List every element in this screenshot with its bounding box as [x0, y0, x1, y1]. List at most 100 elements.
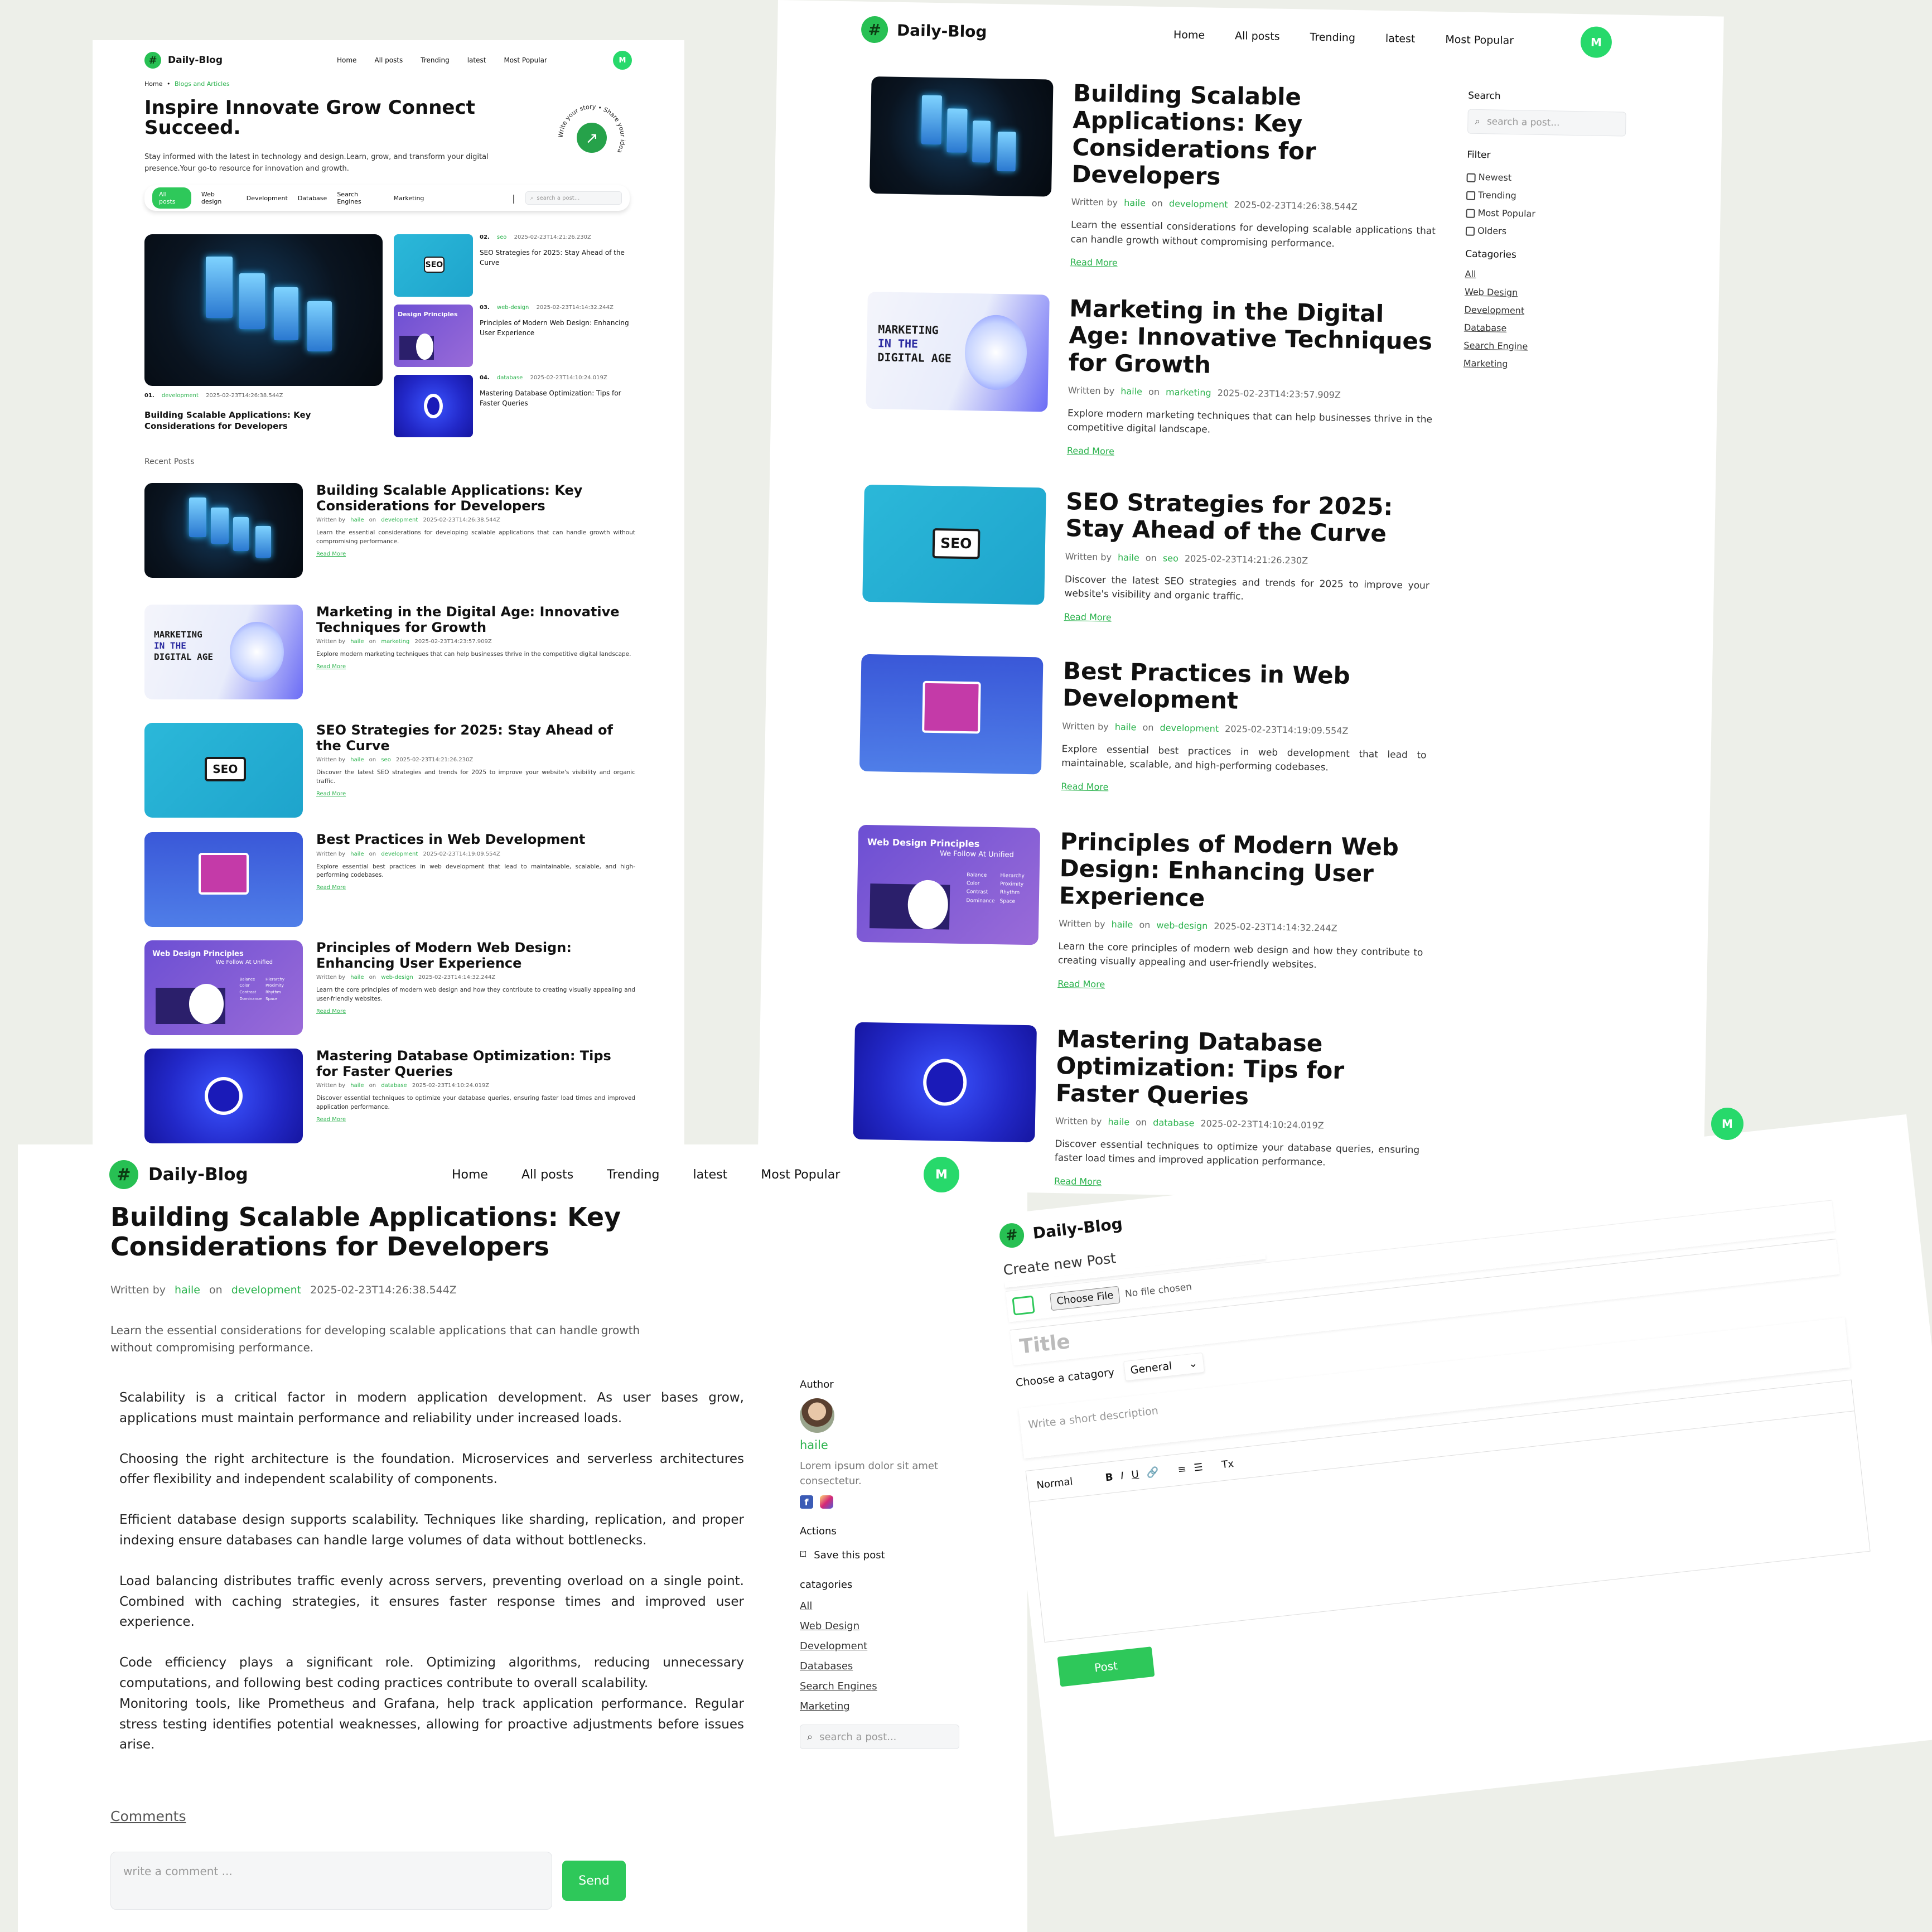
read-more-link[interactable]: Read More [1061, 781, 1426, 798]
bullet-list-icon[interactable]: ☰ [1193, 1461, 1203, 1474]
post-card-author[interactable]: haile [1111, 919, 1133, 930]
category-marketing[interactable]: Marketing [1464, 355, 1631, 375]
logo-icon[interactable]: # [144, 52, 161, 69]
facebook-icon[interactable]: f [800, 1495, 813, 1509]
post-card-title[interactable]: Principles of Modern Web Design: Enhanci… [1059, 828, 1425, 915]
comments-link[interactable]: Comments [110, 1808, 186, 1824]
post-card-author[interactable]: haile [350, 639, 364, 645]
post-card-author[interactable]: haile [1115, 721, 1137, 732]
clear-format-icon[interactable]: Tx [1221, 1458, 1234, 1471]
featured-category[interactable]: development [162, 393, 199, 399]
category-select[interactable]: General ⌄ [1123, 1352, 1205, 1382]
post-card[interactable]: MARKETING IN THE DIGITAL AGE Marketing in t… [144, 604, 635, 699]
read-more-link[interactable]: Read More [316, 1117, 635, 1123]
user-avatar[interactable]: M [924, 1157, 959, 1192]
nav-most-popular[interactable]: Most Popular [504, 56, 547, 64]
post-submit-button[interactable]: Post [1057, 1646, 1155, 1687]
comment-input[interactable]: write a comment ... [110, 1852, 552, 1910]
brand-name[interactable]: Daily-Blog [897, 21, 987, 41]
post-card-title[interactable]: Marketing in the Digital Age: Innovative… [1068, 294, 1434, 382]
read-more-link[interactable]: Read More [316, 551, 635, 557]
brand-name[interactable]: Daily-Blog [148, 1165, 248, 1185]
save-post-button[interactable]: ⌑ Save this post [800, 1548, 967, 1562]
logo-icon[interactable]: # [861, 16, 888, 44]
post-card-title[interactable]: SEO Strategies for 2025: Stay Ahead of t… [316, 722, 635, 754]
post-thumbnail[interactable]: Web Design Principles We Follow At Unifie… [144, 940, 303, 1035]
filter-all-posts[interactable]: All posts [152, 187, 191, 209]
post-card-title[interactable]: Building Scalable Applications: Key Cons… [316, 482, 635, 514]
category-search-engines[interactable]: Search Engines [800, 1677, 967, 1697]
post-card-author[interactable]: haile [1108, 1117, 1129, 1128]
post-card[interactable]: MARKETING IN THE DIGITAL AGE Marketing in t… [866, 291, 1434, 457]
filter-development[interactable]: Development [247, 195, 288, 202]
read-more-link[interactable]: Read More [1067, 445, 1432, 462]
post-card[interactable]: SEO SEO Strategies for 2025: Stay Ahead o… [862, 484, 1431, 622]
brand-name[interactable]: Daily-Blog [1032, 1214, 1123, 1243]
link-icon[interactable]: 🔗 [1146, 1466, 1160, 1479]
post-card-category[interactable]: web-design [1156, 920, 1208, 931]
post-card-title[interactable]: Mastering Database Optimization: Tips fo… [1055, 1025, 1421, 1113]
post-thumbnail[interactable] [144, 1049, 303, 1143]
nav-home[interactable]: Home [452, 1168, 488, 1182]
read-more-link[interactable]: Read More [316, 791, 635, 797]
user-avatar[interactable]: M [1711, 1108, 1743, 1140]
category-marketing[interactable]: Marketing [800, 1697, 967, 1717]
category-all[interactable]: All [1465, 265, 1632, 286]
post-card[interactable]: Mastering Database Optimization: Tips fo… [144, 1048, 635, 1143]
nav-all-posts[interactable]: All posts [521, 1168, 573, 1182]
breadcrumb-home[interactable]: Home [144, 80, 162, 88]
nav-home[interactable]: Home [337, 56, 356, 64]
post-card[interactable]: Web Design Principles We Follow At Unifie… [144, 940, 635, 1035]
post-card-title[interactable]: Best Practices in Web Development [1062, 657, 1428, 718]
nav-trending[interactable]: Trending [1310, 31, 1355, 44]
nav-home[interactable]: Home [1173, 28, 1205, 41]
write-story-badge[interactable]: Write your story • Share your idea ↗ [556, 102, 628, 174]
post-card-author[interactable]: haile [350, 974, 364, 981]
post-author[interactable]: haile [175, 1284, 200, 1296]
category-web-design[interactable]: Web Design [1465, 283, 1632, 304]
category-all[interactable]: All [800, 1596, 967, 1616]
choose-file-button[interactable]: Choose File [1049, 1286, 1120, 1311]
post-card-title[interactable]: SEO Strategies for 2025: Stay Ahead of t… [1065, 487, 1431, 548]
post-card[interactable]: Mastering Database Optimization: Tips fo… [853, 1022, 1422, 1187]
post-thumbnail[interactable]: MARKETING IN THE DIGITAL AGE [866, 291, 1050, 412]
post-card-category[interactable]: database [381, 1083, 407, 1089]
featured-title[interactable]: Building Scalable Applications: Key Cons… [144, 409, 345, 432]
checkbox[interactable] [1466, 173, 1476, 182]
category-web-design[interactable]: Web Design [800, 1616, 967, 1636]
post-card-category[interactable]: marketing [1166, 387, 1211, 398]
nav-most-popular[interactable]: Most Popular [1445, 33, 1514, 47]
post-thumbnail[interactable]: SEO [862, 484, 1046, 605]
logo-icon[interactable]: # [109, 1160, 138, 1189]
post-card-category[interactable]: web-design [381, 974, 413, 981]
post-thumbnail[interactable]: MARKETING IN THE DIGITAL AGE [144, 605, 303, 699]
post-card-category[interactable]: seo [381, 757, 390, 763]
side-item-title[interactable]: SEO Strategies for 2025: Stay Ahead of t… [480, 248, 630, 268]
post-card-title[interactable]: Best Practices in Web Development [316, 832, 635, 848]
post-card[interactable]: Best Practices in Web Development Writte… [144, 832, 635, 927]
post-thumbnail[interactable] [859, 654, 1044, 775]
category-development[interactable]: Development [1464, 301, 1632, 322]
post-card-category[interactable]: development [381, 517, 418, 523]
filter-olders[interactable]: Olders [1465, 222, 1634, 243]
post-thumbnail[interactable] [853, 1022, 1037, 1143]
read-more-link[interactable]: Read More [316, 885, 635, 891]
post-card-category[interactable]: database [1153, 1117, 1195, 1128]
side-item[interactable]: 04. database 2025-02-23T14:10:24.019Z Ma… [394, 375, 634, 437]
filter-web-design[interactable]: Web design [201, 191, 236, 205]
filter-database[interactable]: Database [298, 195, 327, 202]
checkbox[interactable] [1466, 191, 1476, 200]
post-thumbnail[interactable]: Web Design Principles We Follow At Unifie… [856, 824, 1041, 945]
instagram-icon[interactable] [820, 1495, 833, 1509]
filter-marketing[interactable]: Marketing [394, 195, 424, 202]
category-development[interactable]: Development [800, 1636, 967, 1656]
filter-search-engines[interactable]: Search Engines [337, 191, 383, 205]
arrow-up-right-icon[interactable]: ↗ [577, 123, 607, 153]
read-more-link[interactable]: Read More [316, 664, 635, 670]
post-thumbnail[interactable] [144, 483, 303, 578]
side-item-category[interactable]: seo [497, 234, 506, 240]
filter-trending[interactable]: Trending [1466, 186, 1634, 207]
nav-all-posts[interactable]: All posts [1235, 30, 1280, 42]
author-avatar[interactable] [800, 1398, 834, 1433]
format-select[interactable]: Normal [1036, 1473, 1098, 1491]
